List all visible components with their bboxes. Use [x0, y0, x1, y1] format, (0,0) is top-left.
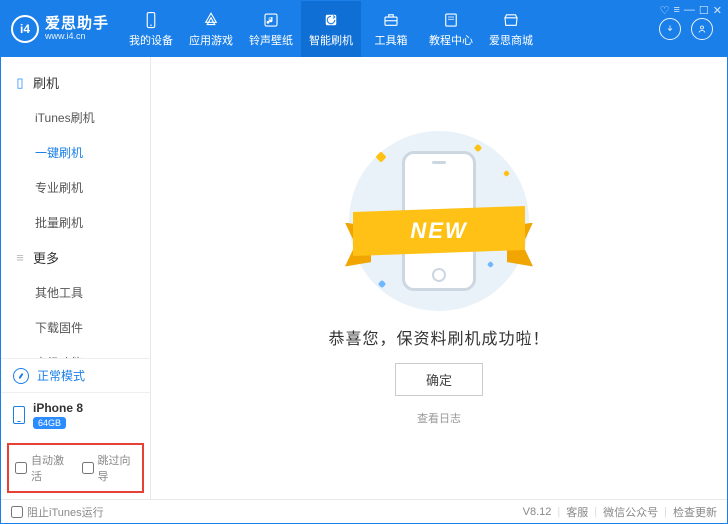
- sidebar-item-itunes-flash[interactable]: iTunes刷机: [1, 100, 150, 135]
- skip-setup-label: 跳过向导: [98, 452, 137, 484]
- app-name: 爱思助手: [45, 16, 109, 33]
- main-nav: 我的设备 应用游戏 铃声壁纸 智能刷机 工具箱 教程中心: [121, 1, 645, 57]
- sidebar-bottom: 正常模式 iPhone 8 64GB 自动激活: [1, 358, 150, 499]
- sidebar-item-other-tools[interactable]: 其他工具: [1, 275, 150, 310]
- nav-label: 爱思商城: [489, 32, 533, 48]
- auto-activate-checkbox[interactable]: 自动激活: [15, 452, 70, 484]
- nav-label: 工具箱: [375, 32, 408, 48]
- header: ♡ ≡ — ☐ ✕ i4 爱思助手 www.i4.cn 我的设备 应用游戏: [1, 1, 727, 57]
- nav-tutorial[interactable]: 教程中心: [421, 1, 481, 57]
- ok-button[interactable]: 确定: [395, 363, 483, 396]
- auto-activate-input[interactable]: [15, 462, 27, 474]
- new-ribbon: NEW: [353, 209, 525, 253]
- ribbon-text: NEW: [353, 209, 525, 253]
- more-icon: ≡: [13, 250, 27, 265]
- apps-icon: [201, 11, 221, 29]
- section-more: ≡ 更多: [1, 240, 150, 275]
- maximize-icon[interactable]: ☐: [699, 4, 709, 17]
- nav-label: 铃声壁纸: [249, 32, 293, 48]
- section-flash: ▯ 刷机: [1, 65, 150, 100]
- auto-activate-label: 自动激活: [31, 452, 70, 484]
- nav-label: 教程中心: [429, 32, 473, 48]
- fav-icon[interactable]: ♡: [660, 4, 670, 17]
- nav-label: 应用游戏: [189, 32, 233, 48]
- device-name: iPhone 8: [33, 401, 83, 415]
- music-icon: [261, 11, 281, 29]
- nav-my-device[interactable]: 我的设备: [121, 1, 181, 57]
- download-button[interactable]: [659, 18, 681, 40]
- section-title-label: 刷机: [33, 73, 59, 92]
- device-phone-icon: [13, 406, 25, 424]
- view-log-link[interactable]: 查看日志: [417, 410, 461, 426]
- sidebar-item-advanced[interactable]: 高级功能: [1, 345, 150, 358]
- toolbox-icon: [381, 11, 401, 29]
- app-url: www.i4.cn: [45, 32, 109, 42]
- section-title-label: 更多: [33, 248, 59, 267]
- book-icon: [441, 11, 461, 29]
- wechat-link[interactable]: 微信公众号: [603, 504, 658, 520]
- flash-icon: [321, 11, 341, 29]
- sidebar-item-pro-flash[interactable]: 专业刷机: [1, 170, 150, 205]
- nav-flash[interactable]: 智能刷机: [301, 1, 361, 57]
- device-row[interactable]: iPhone 8 64GB: [1, 393, 150, 437]
- sidebar: ▯ 刷机 iTunes刷机 一键刷机 专业刷机 批量刷机 ≡ 更多 其他工具 下…: [1, 57, 151, 499]
- skip-setup-input[interactable]: [82, 462, 94, 474]
- prevent-itunes-label: 阻止iTunes运行: [27, 504, 104, 520]
- nav-label: 智能刷机: [309, 32, 353, 48]
- flash-options: 自动激活 跳过向导: [7, 443, 144, 493]
- check-update-link[interactable]: 检查更新: [673, 504, 717, 520]
- device-capacity-badge: 64GB: [33, 417, 66, 429]
- mode-label: 正常模式: [37, 367, 85, 384]
- skip-setup-checkbox[interactable]: 跳过向导: [82, 452, 137, 484]
- close-icon[interactable]: ✕: [713, 4, 722, 17]
- success-illustration: NEW: [349, 131, 529, 311]
- sidebar-item-download-firmware[interactable]: 下载固件: [1, 310, 150, 345]
- phone-icon: [141, 11, 161, 29]
- nav-label: 我的设备: [129, 32, 173, 48]
- support-link[interactable]: 客服: [566, 504, 588, 520]
- app-window: ♡ ≡ — ☐ ✕ i4 爱思助手 www.i4.cn 我的设备 应用游戏: [0, 0, 728, 524]
- body: ▯ 刷机 iTunes刷机 一键刷机 专业刷机 批量刷机 ≡ 更多 其他工具 下…: [1, 57, 727, 499]
- nav-ringtone[interactable]: 铃声壁纸: [241, 1, 301, 57]
- prevent-itunes-input[interactable]: [11, 506, 23, 518]
- nav-apps[interactable]: 应用游戏: [181, 1, 241, 57]
- prevent-itunes-checkbox[interactable]: 阻止iTunes运行: [11, 504, 104, 520]
- status-bar: 阻止iTunes运行 V8.12 | 客服 | 微信公众号 | 检查更新: [1, 499, 727, 523]
- sidebar-item-oneclick-flash[interactable]: 一键刷机: [1, 135, 150, 170]
- logo: i4 爱思助手 www.i4.cn: [1, 1, 121, 57]
- menu-icon[interactable]: ≡: [673, 4, 679, 17]
- window-controls: ♡ ≡ — ☐ ✕: [654, 0, 728, 21]
- nav-toolbox[interactable]: 工具箱: [361, 1, 421, 57]
- success-message: 恭喜您，保资料刷机成功啦！: [328, 325, 549, 349]
- main-content: NEW 恭喜您，保资料刷机成功啦！ 确定 查看日志: [151, 57, 727, 499]
- mode-icon: [13, 368, 29, 384]
- logo-icon: i4: [11, 15, 39, 43]
- sidebar-item-batch-flash[interactable]: 批量刷机: [1, 205, 150, 240]
- store-icon: [501, 11, 521, 29]
- phone-small-icon: ▯: [13, 75, 27, 91]
- version-label: V8.12: [523, 506, 552, 518]
- minimize-icon[interactable]: —: [684, 4, 695, 17]
- device-mode[interactable]: 正常模式: [1, 359, 150, 393]
- user-button[interactable]: [691, 18, 713, 40]
- nav-store[interactable]: 爱思商城: [481, 1, 541, 57]
